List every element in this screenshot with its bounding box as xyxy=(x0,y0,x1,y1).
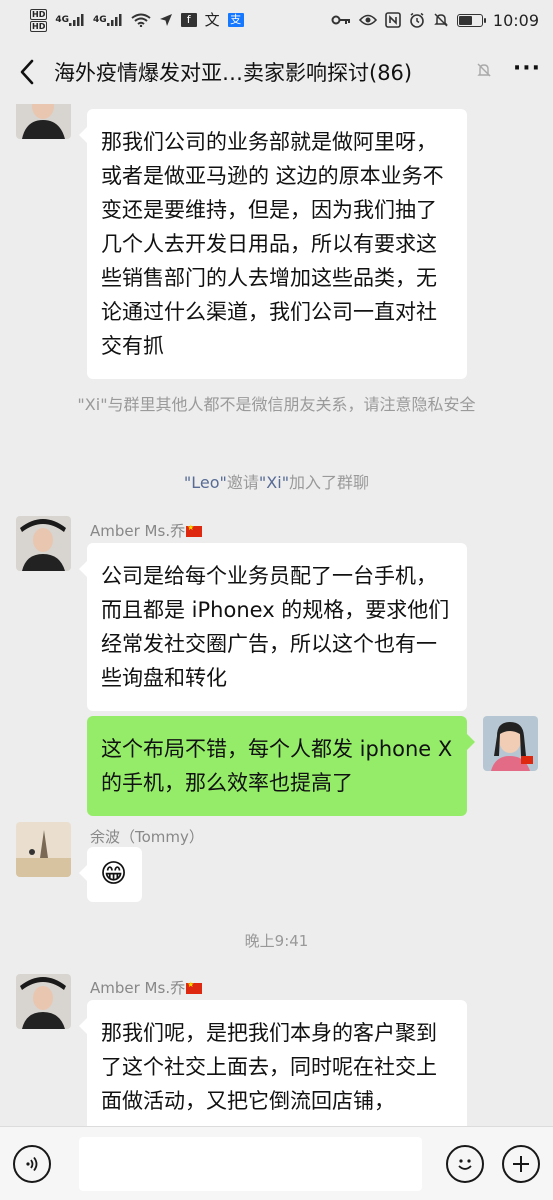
alarm-icon xyxy=(409,12,425,28)
message-text: 公司是给每个业务员配了一台手机，而且都是 iPhonex 的规格，要求他们经常发… xyxy=(101,564,450,690)
voice-icon xyxy=(26,1156,38,1171)
hd-badge: HD xyxy=(30,8,48,20)
message-text: 那我们呢，是把我们本身的客户聚到了这个社交上面去，同时呢在社交上面做活动，又把它… xyxy=(101,1021,437,1113)
facebook-icon: f xyxy=(180,13,197,27)
system-message-invite: "Leo"邀请"Xi"加入了群聊 xyxy=(40,470,513,496)
china-flag-icon xyxy=(186,980,203,994)
emoji-button[interactable] xyxy=(446,1144,484,1183)
sender-name-text: Amber Ms.乔 xyxy=(90,522,186,540)
message-bubble[interactable]: 公司是给每个业务员配了一台手机，而且都是 iPhonex 的规格，要求他们经常发… xyxy=(79,543,467,711)
input-bar xyxy=(0,1126,553,1200)
invitee-name[interactable]: "Xi" xyxy=(259,473,289,492)
more-dots-icon: ··· xyxy=(512,55,541,81)
alipay-icon: 支 xyxy=(227,13,244,27)
network-label: 4G xyxy=(93,14,107,25)
battery-icon xyxy=(456,13,486,27)
system-message-privacy: "Xi"与群里其他人都不是微信朋友关系，请注意隐私安全 xyxy=(40,392,513,418)
message-list[interactable]: 那我们公司的业务部就是做阿里呀，或者是做亚马逊的 这边的原本业务不变还是要维持，… xyxy=(0,104,553,1126)
translate-icon: 文 xyxy=(204,10,220,29)
back-button[interactable] xyxy=(12,52,42,92)
mute-bell-icon xyxy=(433,12,449,28)
key-icon xyxy=(331,14,351,26)
voice-button[interactable] xyxy=(13,1144,51,1183)
chat-header: 海外疫情爆发对亚…卖家影响探讨(86) ··· xyxy=(0,40,553,104)
plus-button[interactable] xyxy=(502,1144,540,1183)
avatar-tommy[interactable] xyxy=(16,822,71,877)
message-text: 那我们公司的业务部就是做阿里呀，或者是做亚马逊的 这边的原本业务不变还是要维持，… xyxy=(101,130,444,358)
system-text: 与群里其他人都不是微信朋友关系，请注意隐私安全 xyxy=(107,395,476,414)
message-input[interactable] xyxy=(79,1136,422,1191)
status-bar: HD HD 4G 4G f 文 支 10:09 xyxy=(0,0,553,40)
invite-text: 邀请 xyxy=(226,473,259,492)
sender-name: 余波（Tommy） xyxy=(90,826,204,847)
time-divider: 晚上9:41 xyxy=(244,932,309,950)
status-right: 10:09 xyxy=(331,11,539,30)
eye-icon xyxy=(358,14,377,26)
network-label: 4G xyxy=(55,14,69,25)
sender-name: Amber Ms.乔 xyxy=(90,977,203,998)
message-text: 这个布局不错，每个人都发 iphone X 的手机，那么效率也提高了 xyxy=(101,737,453,795)
china-flag-icon xyxy=(186,523,203,537)
inviter-name[interactable]: "Leo" xyxy=(184,473,227,492)
message-bubble[interactable]: 😁 xyxy=(79,847,142,902)
chevron-left-icon xyxy=(20,59,34,85)
sender-name-text: 余波（Tommy） xyxy=(90,828,204,846)
location-icon xyxy=(159,13,173,27)
muted-bell-icon xyxy=(475,61,493,83)
status-left: HD HD 4G 4G f 文 支 xyxy=(30,8,244,32)
avatar-amber[interactable] xyxy=(16,974,71,1029)
sender-name: Amber Ms.乔 xyxy=(90,520,203,541)
plus-icon xyxy=(513,1155,529,1172)
hd-badge: HD xyxy=(30,20,48,32)
signal-icon: 4G xyxy=(55,14,85,26)
chat-title: 海外疫情爆发对亚…卖家影响探讨(86) xyxy=(54,61,413,85)
sender-name-text: Amber Ms.乔 xyxy=(90,979,186,997)
battery-fill xyxy=(458,15,473,25)
nfc-icon xyxy=(385,12,401,28)
invite-suffix: 加入了群聊 xyxy=(289,473,370,492)
hd-badges: HD HD xyxy=(30,8,48,32)
message-bubble[interactable]: 那我们呢，是把我们本身的客户聚到了这个社交上面去，同时呢在社交上面做活动，又把它… xyxy=(79,1000,467,1126)
grin-emoji-icon: 😁 xyxy=(100,859,128,889)
avatar-amber[interactable] xyxy=(16,104,71,139)
wifi-icon xyxy=(131,13,151,27)
message-bubble[interactable]: 那我们公司的业务部就是做阿里呀，或者是做亚马逊的 这边的原本业务不变还是要维持，… xyxy=(79,109,467,379)
emoji-icon xyxy=(458,1158,472,1170)
more-button[interactable]: ··· xyxy=(513,56,541,89)
clock: 10:09 xyxy=(492,10,539,30)
system-name[interactable]: "Xi" xyxy=(77,395,107,414)
avatar-self[interactable] xyxy=(483,716,538,771)
sent-message-bubble[interactable]: 这个布局不错，每个人都发 iphone X 的手机，那么效率也提高了 xyxy=(87,716,475,816)
signal-icon: 4G xyxy=(93,14,123,26)
avatar-amber[interactable] xyxy=(16,516,71,571)
